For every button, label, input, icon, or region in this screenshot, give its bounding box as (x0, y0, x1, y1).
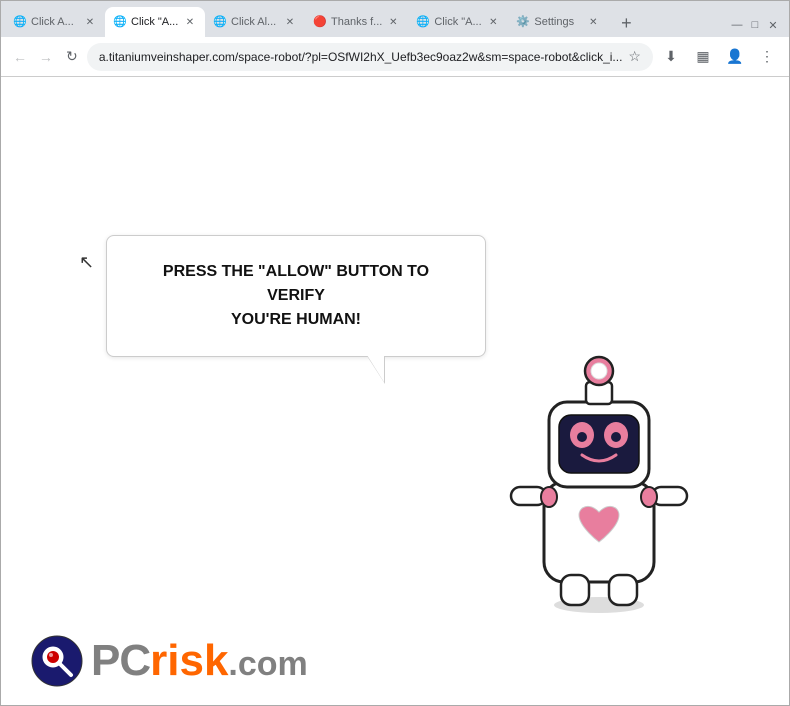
tab-1-favicon: 🌐 (13, 15, 27, 29)
tab-1-title: Click A... (31, 16, 79, 28)
url-text: a.titaniumveinshaper.com/space-robot/?pl… (99, 50, 623, 64)
tab-3[interactable]: 🌐 Click Al... ✕ (205, 7, 305, 37)
browser-window: 🌐 Click A... ✕ 🌐 Click "A... ✕ 🌐 Click A… (0, 0, 790, 706)
close-button[interactable]: ✕ (765, 17, 781, 33)
menu-icon[interactable]: ⋮ (753, 43, 781, 71)
tab-4[interactable]: 🔴 Thanks f... ✕ (305, 7, 408, 37)
maximize-button[interactable]: □ (747, 17, 763, 33)
tab-6[interactable]: ⚙️ Settings ✕ (508, 7, 608, 37)
tab-6-title: Settings (534, 16, 582, 28)
reload-button[interactable]: ↻ (61, 43, 83, 71)
pcrisk-logo: PC risk .com (31, 635, 308, 687)
tab-4-favicon: 🔴 (313, 15, 327, 29)
tab-2-close[interactable]: ✕ (183, 15, 197, 29)
tab-3-favicon: 🌐 (213, 15, 227, 29)
tab-bar: 🌐 Click A... ✕ 🌐 Click "A... ✕ 🌐 Click A… (1, 1, 644, 37)
tab-3-title: Click Al... (231, 16, 279, 28)
tab-5-title: Click "A... (434, 16, 482, 28)
tab-3-close[interactable]: ✕ (283, 15, 297, 29)
profile-icon[interactable]: 👤 (721, 43, 749, 71)
speech-bubble: PRESS THE "ALLOW" BUTTON TO VERIFY YOU'R… (106, 235, 486, 357)
pcrisk-text: PC risk .com (91, 636, 308, 686)
page-content: ↖ PRESS THE "ALLOW" BUTTON TO VERIFY YOU… (1, 77, 789, 705)
window-controls: — □ ✕ (729, 17, 789, 37)
forward-button[interactable]: → (35, 43, 57, 71)
tab-1-close[interactable]: ✕ (83, 15, 97, 29)
tab-6-close[interactable]: ✕ (586, 15, 600, 29)
tab-6-favicon: ⚙️ (516, 15, 530, 29)
download-icon[interactable]: ⬇ (657, 43, 685, 71)
pc-text: PC (91, 636, 150, 686)
address-bar: ← → ↻ a.titaniumveinshaper.com/space-rob… (1, 37, 789, 77)
tab-5-favicon: 🌐 (416, 15, 430, 29)
com-text: .com (228, 645, 307, 684)
address-icons: ⬇ ▦ 👤 ⋮ (657, 43, 781, 71)
tab-2-title: Click "A... (131, 16, 179, 28)
mouse-cursor: ↖ (79, 252, 94, 273)
tab-5-close[interactable]: ✕ (486, 15, 500, 29)
tab-5[interactable]: 🌐 Click "A... ✕ (408, 7, 508, 37)
robot-illustration (489, 327, 709, 617)
tab-1[interactable]: 🌐 Click A... ✕ (5, 7, 105, 37)
back-button[interactable]: ← (9, 43, 31, 71)
new-tab-button[interactable]: + (612, 9, 640, 37)
tab-2[interactable]: 🌐 Click "A... ✕ (105, 7, 205, 37)
tab-bar-row: 🌐 Click A... ✕ 🌐 Click "A... ✕ 🌐 Click A… (1, 1, 789, 37)
extensions-icon[interactable]: ▦ (689, 43, 717, 71)
tab-2-favicon: 🌐 (113, 15, 127, 29)
url-bar[interactable]: a.titaniumveinshaper.com/space-robot/?pl… (87, 43, 653, 71)
tab-4-title: Thanks f... (331, 16, 382, 28)
tab-4-close[interactable]: ✕ (386, 15, 400, 29)
risk-text: risk (150, 636, 228, 686)
bubble-text: PRESS THE "ALLOW" BUTTON TO VERIFY YOU'R… (139, 260, 453, 332)
minimize-button[interactable]: — (729, 17, 745, 33)
bookmark-icon[interactable]: ☆ (628, 48, 641, 65)
